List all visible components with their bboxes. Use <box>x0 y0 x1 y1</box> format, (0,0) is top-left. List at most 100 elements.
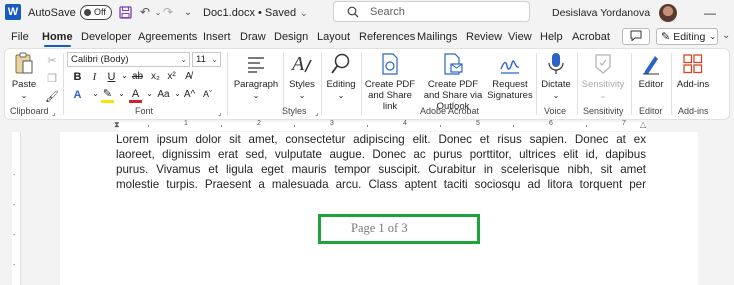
document-area[interactable]: Lorem ipsum dolor sit amet, consectetur … <box>22 132 734 285</box>
ruler-number: 6 <box>549 120 553 127</box>
ruler-area <box>118 122 646 131</box>
underline-icon[interactable]: U <box>105 71 118 83</box>
text-line: molestie turpis. Praesent a malesuada ar… <box>116 178 646 191</box>
font-dialog-launcher-icon[interactable]: ⌟ <box>218 108 222 117</box>
shrink-font-icon[interactable]: Aˇ <box>201 89 214 99</box>
editor-group-label: Editor <box>639 106 663 116</box>
paste-button[interactable]: Paste ⌄ <box>11 51 37 101</box>
group-separator <box>671 53 672 115</box>
strikethrough-icon[interactable]: ab <box>131 71 144 82</box>
avatar[interactable] <box>659 4 677 22</box>
tab-help[interactable]: Help <box>540 26 563 48</box>
ruler-number: - <box>13 172 16 179</box>
editing-mode-label: Editing <box>673 30 706 43</box>
chevron-down-icon[interactable]: ⌄ <box>115 89 128 98</box>
search-input[interactable]: Search <box>333 1 530 22</box>
minimize-icon[interactable]: — <box>700 4 720 22</box>
tab-home[interactable]: Home <box>42 26 73 48</box>
tab-mailings[interactable]: Mailings <box>417 26 457 48</box>
paragraph-icon <box>246 51 266 77</box>
create-pdf-share-link-button[interactable]: Create PDF and Share link <box>362 51 418 112</box>
tab-file[interactable]: File <box>11 26 29 48</box>
cut-icon[interactable]: ✂ <box>45 53 59 67</box>
signature-icon <box>499 51 521 77</box>
editing-button[interactable]: Editing ⌄ <box>323 51 359 101</box>
tab-acrobat[interactable]: Acrobat <box>572 26 610 48</box>
document-title-text: Doc1.docx • Saved <box>203 7 297 19</box>
group-separator <box>631 53 632 115</box>
ribbon-collapse-icon[interactable]: ⌄ <box>722 30 730 41</box>
save-icon[interactable] <box>117 4 133 20</box>
font-name-select[interactable]: Calibri (Body) ⌄ <box>67 52 190 67</box>
font-size-select[interactable]: 11 ⌄ <box>192 52 221 67</box>
ruler-tick <box>148 125 149 127</box>
paragraph-button[interactable]: Paragraph ⌄ <box>233 51 279 101</box>
ruler-tick <box>367 125 368 127</box>
chevron-down-icon: ⌄ <box>252 91 260 100</box>
vertical-ruler[interactable]: - - - - <box>12 132 21 285</box>
sensitivity-button[interactable]: Sensitivity ⌄ <box>579 51 627 101</box>
copy-icon[interactable]: ❐ <box>45 71 59 85</box>
editor-button[interactable]: Editor <box>635 51 667 90</box>
tab-layout[interactable]: Layout <box>317 26 350 48</box>
document-body[interactable]: Lorem ipsum dolor sit amet, consectetur … <box>116 132 646 192</box>
bold-icon[interactable]: B <box>71 71 84 83</box>
clipboard-group-label: Clipboard <box>10 106 49 116</box>
clipboard-dialog-launcher-icon[interactable]: ⌟ <box>52 108 56 117</box>
autosave-toggle[interactable]: Off <box>80 5 112 20</box>
footer-highlight-box: Page 1 of 3 <box>318 214 480 244</box>
clear-formatting-icon[interactable]: A̸ <box>182 71 195 82</box>
page-number-footer[interactable]: Page 1 of 3 <box>321 221 477 236</box>
font-color-icon[interactable]: A <box>129 89 142 103</box>
tab-design[interactable]: Design <box>274 26 308 48</box>
tab-developer[interactable]: Developer <box>81 26 131 48</box>
ruler-number: 4 <box>403 120 407 127</box>
group-separator <box>577 53 578 115</box>
chevron-down-icon[interactable]: ⌄ <box>143 89 156 98</box>
create-pdf-outlook-button[interactable]: Create PDF and Share via Outlook <box>421 51 485 112</box>
toggle-knob <box>84 9 91 16</box>
grow-font-icon[interactable]: A^ <box>183 89 196 100</box>
pencil-icon: ✎ <box>661 31 671 43</box>
tab-agreements[interactable]: Agreements <box>138 26 197 48</box>
editing-label: Editing <box>326 79 356 90</box>
redo-icon[interactable]: ↷ <box>160 4 176 20</box>
tab-draw[interactable]: Draw <box>240 26 266 48</box>
ruler-tick <box>440 125 441 127</box>
italic-icon[interactable]: I <box>88 71 101 83</box>
tab-review[interactable]: Review <box>466 26 502 48</box>
request-signatures-button[interactable]: Request Signatures <box>487 51 533 101</box>
highlight-icon[interactable]: ✎ <box>101 89 114 103</box>
subscript-icon[interactable]: x₂ <box>149 71 162 82</box>
text-line: purus. Vivamus et ligula eget mauris tem… <box>116 163 646 176</box>
title-bar: W AutoSave Off ↶ ⌄ ↷ ⌄ Doc1.docx • Saved… <box>0 0 734 26</box>
right-indent-marker-icon[interactable]: △ <box>640 120 648 131</box>
editor-icon <box>641 51 661 77</box>
styles-dialog-launcher-icon[interactable]: ⌟ <box>315 108 319 117</box>
sensitivity-icon <box>593 51 613 77</box>
horizontal-ruler[interactable]: ⧗ △ 1 2 3 4 5 6 7 <box>0 120 734 132</box>
superscript-icon[interactable]: x² <box>165 71 178 82</box>
user-name[interactable]: Desislava Yordanova <box>552 0 650 26</box>
comments-button[interactable] <box>622 28 650 45</box>
ruler-number: - <box>13 202 16 209</box>
indent-marker-icon[interactable]: ⧗ <box>114 120 122 131</box>
addins-button[interactable]: Add-ins <box>673 51 713 90</box>
tab-view[interactable]: View <box>508 26 532 48</box>
styles-icon: A <box>291 51 313 77</box>
tab-insert[interactable]: Insert <box>203 26 231 48</box>
editing-mode-button[interactable]: ✎ Editing ⌄ <box>656 28 718 45</box>
autosave-label: AutoSave <box>28 7 76 19</box>
change-case-icon[interactable]: Aa <box>157 89 170 100</box>
page[interactable]: Lorem ipsum dolor sit amet, consectetur … <box>60 132 698 285</box>
font-name-value: Calibri (Body) <box>71 54 129 65</box>
ruler-tick <box>586 125 587 127</box>
dictate-button[interactable]: Dictate ⌄ <box>538 51 574 101</box>
text-effects-icon[interactable]: A <box>71 89 84 101</box>
chevron-down-icon[interactable]: ⌄ <box>118 71 131 80</box>
format-painter-icon[interactable]: 🖌 <box>45 89 59 103</box>
tab-references[interactable]: References <box>359 26 415 48</box>
document-title[interactable]: Doc1.docx • Saved ⌄ <box>203 0 308 26</box>
styles-button[interactable]: A Styles ⌄ <box>287 51 317 101</box>
customize-toolbar-icon[interactable]: ⌄ <box>180 4 196 20</box>
